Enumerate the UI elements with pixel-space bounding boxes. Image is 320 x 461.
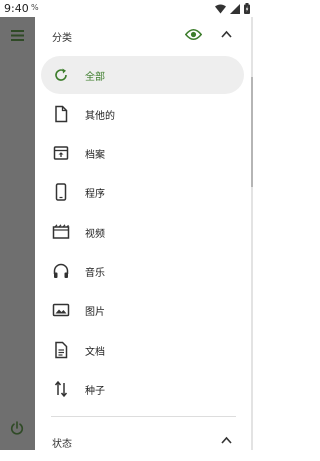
category-item-music[interactable]: 音乐 — [41, 252, 244, 290]
archive-icon — [53, 146, 69, 160]
nav-rail — [0, 17, 35, 450]
eye-icon[interactable] — [185, 28, 202, 41]
categories-header[interactable]: 分类 — [35, 17, 251, 55]
category-label: 种子 — [85, 386, 105, 397]
refresh-icon — [55, 68, 67, 81]
category-item-pictures[interactable]: 图片 — [41, 291, 244, 329]
category-label: 音乐 — [85, 268, 105, 279]
category-item-documents[interactable]: 文档 — [41, 331, 244, 369]
torrent-icon — [54, 380, 68, 398]
status-title: 状态 — [52, 439, 72, 450]
category-item-archive[interactable]: 档案 — [41, 134, 244, 172]
category-label: 其他的 — [85, 111, 115, 122]
scrollbar[interactable] — [251, 17, 253, 450]
status-icons — [215, 3, 250, 14]
hamburger-menu-icon[interactable] — [11, 30, 24, 41]
category-label: 图片 — [85, 307, 105, 318]
video-icon — [52, 224, 70, 239]
category-label: 程序 — [85, 189, 105, 200]
file-icon — [55, 105, 68, 123]
battery-icon — [244, 3, 250, 14]
signal-icon — [230, 3, 240, 14]
category-item-torrents[interactable]: 种子 — [41, 370, 244, 408]
category-label: 全部 — [85, 72, 105, 83]
category-label: 档案 — [85, 150, 105, 161]
status-header[interactable]: 状态 — [35, 423, 251, 461]
section-divider — [51, 416, 236, 417]
category-label: 视频 — [85, 229, 105, 240]
headphones-icon — [53, 263, 69, 278]
status-indicator: % — [31, 3, 39, 12]
category-item-programs[interactable]: 程序 — [41, 173, 244, 211]
category-item-all[interactable]: 全部 — [41, 56, 244, 94]
category-label: 文档 — [85, 347, 105, 358]
power-icon[interactable] — [10, 421, 24, 435]
wifi-icon — [215, 4, 226, 13]
chevron-up-icon[interactable] — [221, 30, 232, 38]
phone-app-icon — [55, 183, 67, 201]
categories-title: 分类 — [52, 33, 72, 44]
status-bar: 9:40 % — [0, 0, 253, 17]
scrollbar-thumb[interactable] — [251, 77, 253, 187]
document-icon — [55, 341, 68, 359]
status-time: 9:40 — [4, 2, 29, 15]
chevron-up-icon[interactable] — [221, 436, 232, 444]
category-item-other[interactable]: 其他的 — [41, 95, 244, 133]
image-icon — [52, 303, 70, 317]
filter-drawer: 分类 全部 其他的 档案 程序 视频 音乐 图片 文档 种子 状态 — [35, 17, 251, 450]
category-item-video[interactable]: 视频 — [41, 213, 244, 251]
